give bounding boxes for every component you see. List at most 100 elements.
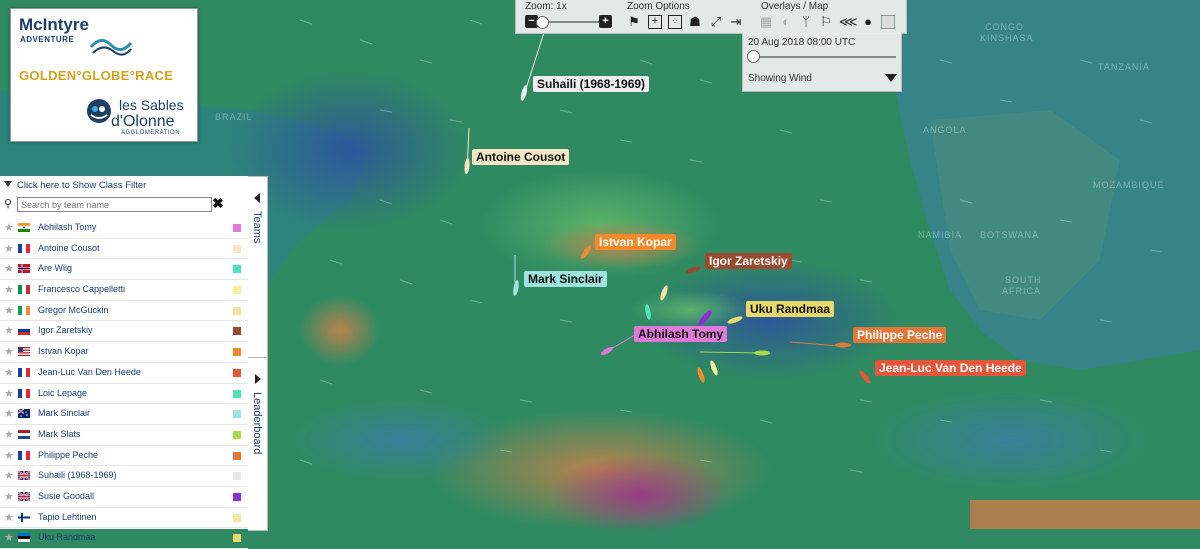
label-namibia: NAMIBIA xyxy=(918,230,963,240)
boat-label-suhaili[interactable]: Suhaili (1968-1969) xyxy=(533,76,650,92)
team-row[interactable]: ★ Tapio Lehtinen xyxy=(0,508,248,529)
logo-adventure: ADVENTURE xyxy=(20,35,75,44)
time-slider[interactable] xyxy=(753,56,896,58)
team-row[interactable]: ★ Loic Lepage xyxy=(0,384,248,405)
overlay-select[interactable]: Showing Wind xyxy=(748,73,812,84)
country-flag-icon xyxy=(18,305,30,315)
label-kinshasa: KINSHASA xyxy=(980,33,1034,43)
country-flag-icon xyxy=(18,429,30,439)
boat-label-peche[interactable]: Philippe Peche xyxy=(853,327,947,343)
team-color-swatch xyxy=(233,327,241,336)
label-angola: ANGOLA xyxy=(923,125,967,135)
team-name: Istvan Kopar xyxy=(38,346,89,357)
boat-label-vdh[interactable]: Jean-Luc Van Den Heede xyxy=(875,360,1026,376)
team-row[interactable]: ★ Antoine Cousot xyxy=(0,239,248,260)
boat-label-cousot[interactable]: Antoine Cousot xyxy=(472,149,570,165)
country-flag-icon xyxy=(18,409,30,419)
country-flag-icon xyxy=(18,326,30,336)
track-icon[interactable]: ᛘ xyxy=(799,15,813,29)
class-filter-label: Click here to Show Class Filter xyxy=(17,180,147,191)
team-row[interactable]: ★ Francesco Cappelletti xyxy=(0,280,248,301)
favorite-star-icon[interactable]: ★ xyxy=(4,387,14,400)
favorite-star-icon[interactable]: ★ xyxy=(4,345,14,358)
zoom-fit-icon[interactable]: + xyxy=(648,15,662,29)
exit-icon[interactable]: ⇥ xyxy=(729,15,743,29)
favorite-star-icon[interactable]: ★ xyxy=(4,283,14,296)
search-icon: ⚲ xyxy=(4,198,13,210)
leaderboard-tab[interactable]: Leaderboard xyxy=(248,357,268,531)
day-night-icon[interactable]: ◐ xyxy=(779,15,793,29)
country-flag-icon xyxy=(18,450,30,460)
team-row[interactable]: ★ Mark Slats xyxy=(0,425,248,446)
favorite-star-icon[interactable]: ★ xyxy=(4,449,14,462)
team-row[interactable]: ★ Jean-Luc Van Den Heede xyxy=(0,363,248,384)
leaderboard-tab-label: Leaderboard xyxy=(251,392,263,455)
favorite-star-icon[interactable]: ★ xyxy=(4,221,14,234)
team-color-swatch xyxy=(233,348,241,357)
favorite-star-icon[interactable]: ★ xyxy=(4,324,14,337)
team-name: Abhilash Tomy xyxy=(38,222,97,232)
team-row[interactable]: ★ Uku Randmaa xyxy=(0,528,248,549)
group-icon[interactable]: ☗ xyxy=(688,15,702,29)
team-color-swatch xyxy=(233,451,241,460)
favorite-star-icon[interactable]: ★ xyxy=(4,304,14,317)
team-row[interactable]: ★ Are Wiig xyxy=(0,259,248,281)
team-list: ★ Abhilash Tomy ★ Antoine Cousot ★ Are Wiig ★ F… xyxy=(0,218,248,549)
favorite-star-icon[interactable]: ★ xyxy=(4,366,14,379)
team-row[interactable]: ★ Suhaili (1968-1969) xyxy=(0,466,248,487)
clear-search-button[interactable]: ✖ xyxy=(212,195,224,212)
team-row[interactable]: ★ Abhilash Tomy xyxy=(0,218,248,239)
logo-dolonne: d'Olonne xyxy=(111,113,175,130)
country-flag-icon xyxy=(18,471,30,481)
team-row[interactable]: ★ Istvan Kopar xyxy=(0,342,248,363)
team-color-swatch xyxy=(233,224,241,232)
team-name: Loic Lepage xyxy=(38,387,88,398)
map-style-icon[interactable] xyxy=(881,15,895,29)
country-flag-icon xyxy=(18,285,30,295)
team-name: Philippe Peche xyxy=(38,449,99,460)
chevron-down-icon[interactable] xyxy=(885,74,897,82)
grid-icon[interactable]: ▦ xyxy=(759,15,773,29)
boat-label-tomy[interactable]: Abhilash Tomy xyxy=(634,326,728,342)
zoom-fleet-icon[interactable]: ⁘ xyxy=(668,15,682,29)
team-row[interactable]: ★ Mark Sinclair xyxy=(0,404,248,425)
label-congo: CONGO xyxy=(985,22,1025,32)
favorite-star-icon[interactable]: ★ xyxy=(4,469,14,482)
zoom-in-button[interactable]: + xyxy=(599,15,612,28)
class-filter-toggle[interactable]: Click here to Show Class Filter xyxy=(4,180,244,194)
teams-tab[interactable]: Teams xyxy=(248,176,268,358)
team-row[interactable]: ★ Philippe Peche xyxy=(0,446,248,467)
favorite-star-icon[interactable]: ★ xyxy=(4,242,14,255)
team-row[interactable]: ★ Gregor McGuckin xyxy=(0,301,248,322)
favorite-star-icon[interactable]: ★ xyxy=(4,407,14,420)
zoom-slider[interactable] xyxy=(546,21,606,23)
zoom-slider-knob[interactable] xyxy=(536,16,549,29)
label-south: SOUTH xyxy=(1005,275,1042,285)
country-flag-icon xyxy=(18,367,30,377)
favorite-star-icon[interactable]: ★ xyxy=(4,490,14,503)
flags-icon[interactable]: ⚐ xyxy=(819,15,833,29)
team-name: Mark Sinclair xyxy=(38,408,91,419)
favorite-star-icon[interactable]: ★ xyxy=(4,262,14,275)
boat-label-kopar[interactable]: Istvan Kopar xyxy=(595,234,676,250)
country-flag-icon xyxy=(18,533,30,543)
boat-label-sinclair[interactable]: Mark Sinclair xyxy=(524,271,607,287)
boat-label-zaretskiy[interactable]: Igor Zaretskiy xyxy=(705,253,792,269)
race-logo[interactable]: McIntyre ADVENTURE GOLDEN°GLOBE°RACE les… xyxy=(10,8,198,142)
team-row[interactable]: ★ Igor Zaretskiy xyxy=(0,321,248,343)
favorite-star-icon[interactable]: ★ xyxy=(4,511,14,524)
country-flag-icon xyxy=(18,512,30,522)
team-row[interactable]: ★ Susie Goodall xyxy=(0,487,248,508)
search-input[interactable] xyxy=(17,197,212,212)
team-name: Tapio Lehtinen xyxy=(38,511,97,522)
globe-icon[interactable]: ● xyxy=(861,15,875,29)
fullscreen-icon[interactable]: ⤢ xyxy=(709,15,723,29)
time-slider-knob[interactable] xyxy=(747,50,760,63)
route-icon[interactable]: ⋘ xyxy=(839,15,858,29)
team-color-swatch xyxy=(233,244,241,253)
logo-golden-globe: GOLDEN°GLOBE°RACE xyxy=(19,68,174,83)
favorite-star-icon[interactable]: ★ xyxy=(4,428,14,441)
finish-flag-icon[interactable]: ⚑ xyxy=(627,15,641,29)
favorite-star-icon[interactable]: ★ xyxy=(4,531,14,544)
boat-label-randmaa[interactable]: Uku Randmaa xyxy=(746,301,835,317)
